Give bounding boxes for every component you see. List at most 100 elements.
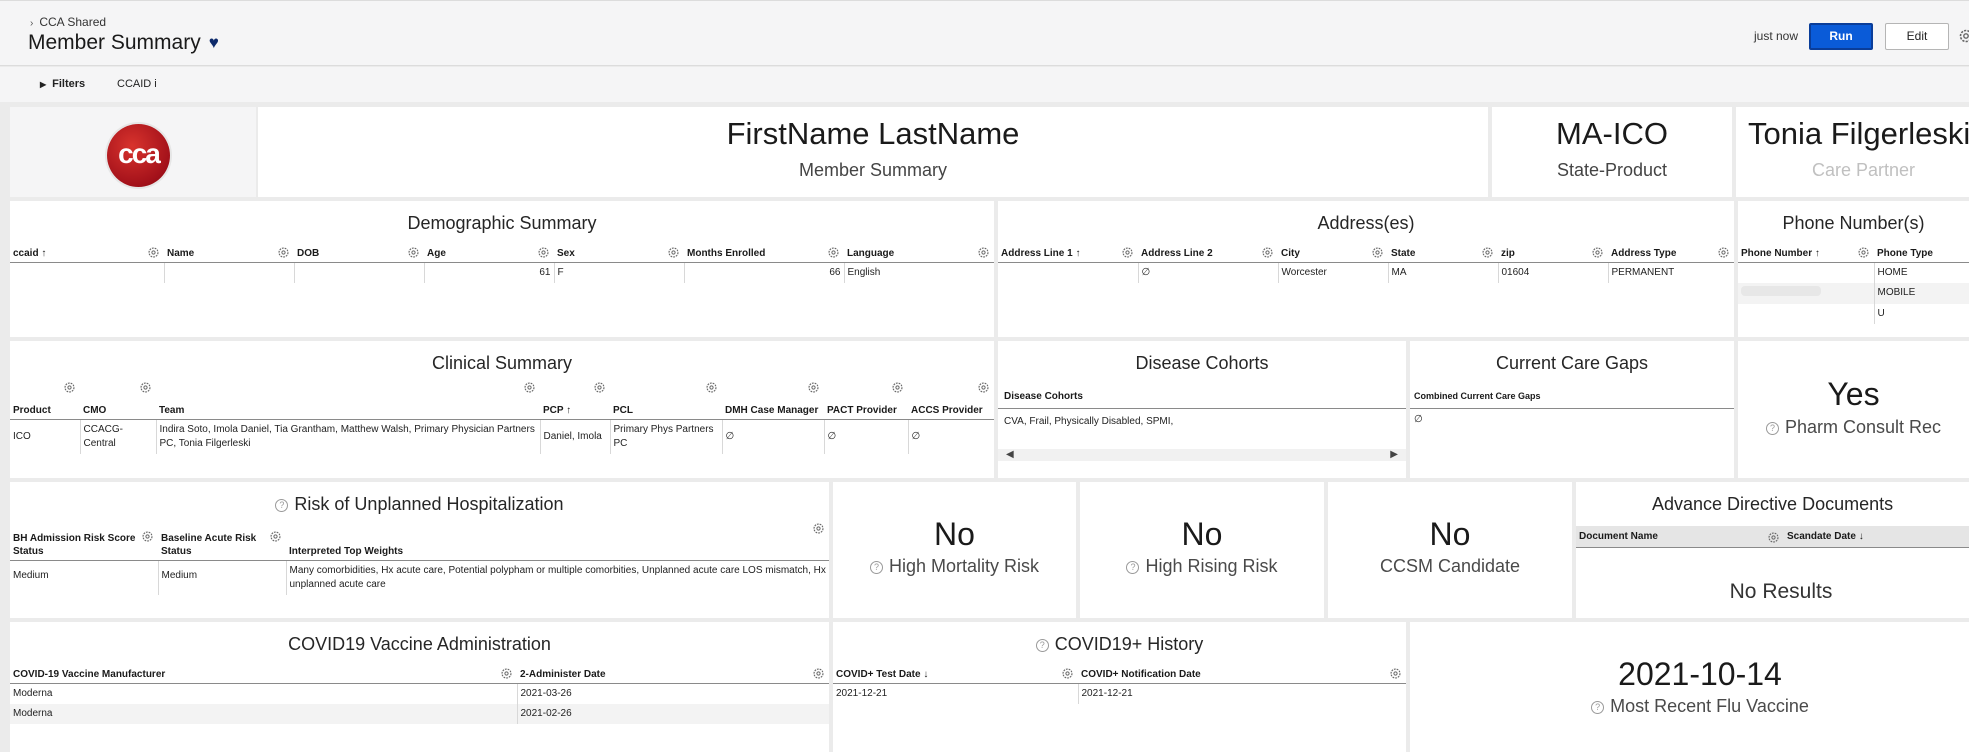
col-header-administer-date[interactable]: 2-Administer Date <box>517 666 829 684</box>
redacted-phone <box>1741 286 1821 296</box>
gear-icon[interactable] <box>1481 246 1494 259</box>
info-icon[interactable]: ? <box>869 561 883 574</box>
gear-icon[interactable] <box>812 522 825 535</box>
gear-icon[interactable] <box>523 381 536 394</box>
edit-button[interactable]: Edit <box>1885 23 1949 50</box>
table-header-row: COVID-19 Vaccine Manufacturer 2-Administ… <box>10 666 829 684</box>
col-header-top-weights[interactable]: Interpreted Top Weights <box>286 523 829 561</box>
favorite-heart-icon[interactable]: ♥ <box>209 33 219 53</box>
clinical-table: Product CMO Team PCP ↑ PCL DMH Case Mana… <box>10 382 994 454</box>
col-header-vaccine-manufacturer[interactable]: COVID-19 Vaccine Manufacturer <box>10 666 517 684</box>
gear-icon[interactable] <box>537 246 550 259</box>
gear-icon[interactable] <box>977 246 990 259</box>
col-header-cmo[interactable]: CMO <box>80 382 156 420</box>
gear-icon[interactable] <box>139 381 152 394</box>
scroll-left-icon[interactable]: ◀ <box>1006 449 1014 460</box>
info-icon[interactable]: ? <box>1035 639 1049 652</box>
col-header-covid-notification-date[interactable]: COVID+ Notification Date <box>1078 666 1406 684</box>
gear-icon[interactable] <box>269 530 282 543</box>
table-row: 61 F 66 English <box>10 262 994 283</box>
col-header-product[interactable]: Product <box>10 382 80 420</box>
gear-icon[interactable] <box>1261 246 1274 259</box>
scroll-right-icon[interactable]: ▶ <box>1390 449 1398 460</box>
gear-icon[interactable] <box>277 246 290 259</box>
col-header-address-line-1[interactable]: Address Line 1 ↑ <box>998 245 1138 263</box>
col-header-address-type[interactable]: Address Type <box>1608 245 1734 263</box>
gear-icon[interactable] <box>1061 667 1074 680</box>
col-header-phone-type[interactable]: Phone Type <box>1874 245 1969 263</box>
col-header-bh-admission[interactable]: BH Admission Risk Score Status <box>10 526 158 561</box>
info-icon[interactable]: ? <box>275 499 289 512</box>
gear-icon[interactable] <box>1371 246 1384 259</box>
col-header-language[interactable]: Language <box>844 245 994 263</box>
col-header-pcl[interactable]: PCL <box>610 382 722 420</box>
col-header-scandate[interactable]: Scandate Date ↓ <box>1784 526 1969 548</box>
gear-icon[interactable] <box>812 667 825 680</box>
col-header-state[interactable]: State <box>1388 245 1498 263</box>
col-header-accs-provider[interactable]: ACCS Provider <box>908 382 994 420</box>
filters-toggle[interactable]: ▶ Filters <box>40 78 85 90</box>
run-button[interactable]: Run <box>1809 23 1873 50</box>
breadcrumb[interactable]: › CCA Shared <box>30 15 106 29</box>
gear-icon[interactable] <box>827 246 840 259</box>
gear-icon[interactable] <box>807 381 820 394</box>
gear-icon[interactable] <box>977 381 990 394</box>
horizontal-scrollbar[interactable]: ◀ ▶ <box>998 449 1406 461</box>
col-header-dmh-case-manager[interactable]: DMH Case Manager <box>722 382 824 420</box>
gear-icon[interactable] <box>147 246 160 259</box>
col-header-dob[interactable]: DOB <box>294 245 424 263</box>
table-row: Moderna 2021-02-26 <box>10 704 829 724</box>
col-header-zip[interactable]: zip <box>1498 245 1608 263</box>
cell-care-gaps: ∅ <box>1414 414 1423 425</box>
gear-icon[interactable] <box>63 381 76 394</box>
col-header-baseline-acute[interactable]: Baseline Acute Risk Status <box>158 526 286 561</box>
col-header-address-line-2[interactable]: Address Line 2 <box>1138 245 1278 263</box>
pharm-consult-value: Yes <box>1827 376 1880 412</box>
col-header-pact-provider[interactable]: PACT Provider <box>824 382 908 420</box>
gear-icon[interactable] <box>1767 531 1780 544</box>
col-header-name[interactable]: Name <box>164 245 294 263</box>
col-header-months-enrolled[interactable]: Months Enrolled <box>684 245 844 263</box>
cell-state: MA <box>1387 262 1498 283</box>
gear-icon[interactable] <box>1389 667 1402 680</box>
gear-icon[interactable] <box>500 667 513 680</box>
cell-phone-number <box>1738 304 1874 324</box>
gear-icon[interactable] <box>407 246 420 259</box>
info-icon[interactable]: ? <box>1591 701 1605 714</box>
col-header-covid-test-date[interactable]: COVID+ Test Date ↓ <box>833 666 1078 684</box>
cell-phone-number <box>1738 283 1874 304</box>
gear-icon[interactable] <box>141 530 154 543</box>
col-header-age[interactable]: Age <box>424 245 554 263</box>
ccsm-candidate-tile: No CCSM Candidate <box>1328 482 1572 618</box>
cell-dmh: ∅ <box>721 419 824 454</box>
flu-vaccine-value: 2021-10-14 <box>1618 656 1782 692</box>
info-icon[interactable]: ? <box>1765 422 1779 435</box>
gear-icon[interactable] <box>1857 246 1870 259</box>
col-header-ccaid[interactable]: ccaid ↑ <box>10 245 164 263</box>
col-header-care-gaps[interactable]: Combined Current Care Gaps <box>1410 385 1734 409</box>
table-header-row: ccaid ↑ Name DOB Age Sex Months Enrolled… <box>10 245 994 263</box>
col-header-city[interactable]: City <box>1278 245 1388 263</box>
col-header-pcp[interactable]: PCP ↑ <box>540 382 610 420</box>
dashboard-gear-icon[interactable] <box>1958 28 1969 44</box>
col-header-phone-number[interactable]: Phone Number ↑ <box>1738 245 1874 263</box>
gear-icon[interactable] <box>593 381 606 394</box>
covid-history-tile: ? COVID19+ History COVID+ Test Date ↓ COV… <box>833 622 1406 752</box>
table-header-row: Combined Current Care Gaps <box>1410 385 1734 409</box>
cell-language: English <box>843 262 994 283</box>
ccaid-filter[interactable]: CCAID i <box>117 78 157 90</box>
care-gaps-table: Combined Current Care Gaps ∅ <box>1410 385 1734 431</box>
col-header-team[interactable]: Team <box>156 382 540 420</box>
gear-icon[interactable] <box>1591 246 1604 259</box>
col-header-sex[interactable]: Sex <box>554 245 684 263</box>
gear-icon[interactable] <box>667 246 680 259</box>
gear-icon[interactable] <box>1121 246 1134 259</box>
advance-table: Document Name Scandate Date ↓ <box>1576 526 1969 548</box>
info-icon[interactable]: ? <box>1126 561 1140 574</box>
col-header-document-name[interactable]: Document Name <box>1576 526 1784 548</box>
gear-icon[interactable] <box>705 381 718 394</box>
col-header-disease-cohorts[interactable]: Disease Cohorts <box>998 385 1406 409</box>
gear-icon[interactable] <box>891 381 904 394</box>
cell-phone-type: U <box>1873 304 1969 324</box>
gear-icon[interactable] <box>1717 246 1730 259</box>
